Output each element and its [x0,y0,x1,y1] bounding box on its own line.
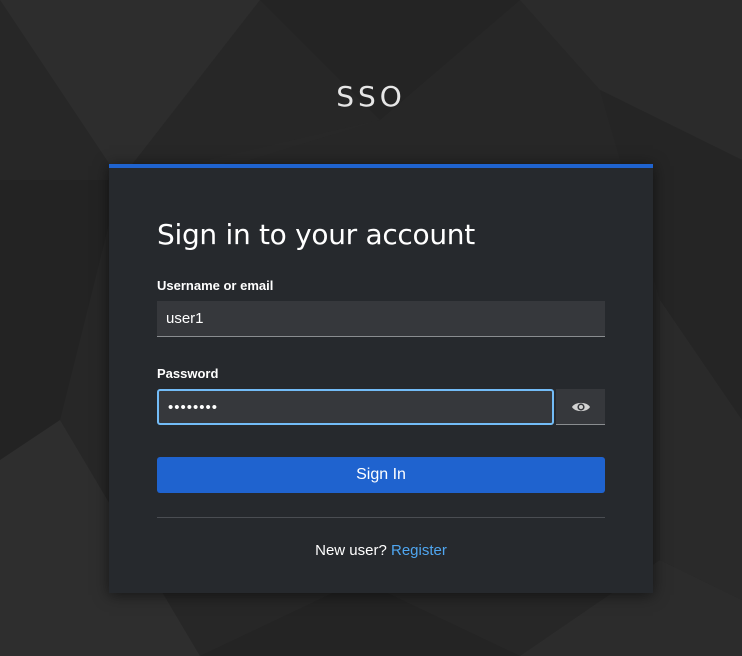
page-title: Sign in to your account [157,218,475,251]
password-input[interactable] [157,389,554,425]
divider [157,517,605,518]
username-label: Username or email [157,278,274,293]
show-password-button[interactable] [556,389,605,425]
eye-icon [571,402,590,411]
sign-in-button[interactable]: Sign In [157,457,605,493]
new-user-text: New user? [315,542,387,559]
register-link[interactable]: Register [391,542,447,559]
brand-title: SSO [336,80,406,113]
register-row: New user? Register [109,542,653,559]
password-label: Password [157,366,219,381]
username-input[interactable] [157,301,605,337]
login-card: Sign in to your account Username or emai… [109,164,653,593]
